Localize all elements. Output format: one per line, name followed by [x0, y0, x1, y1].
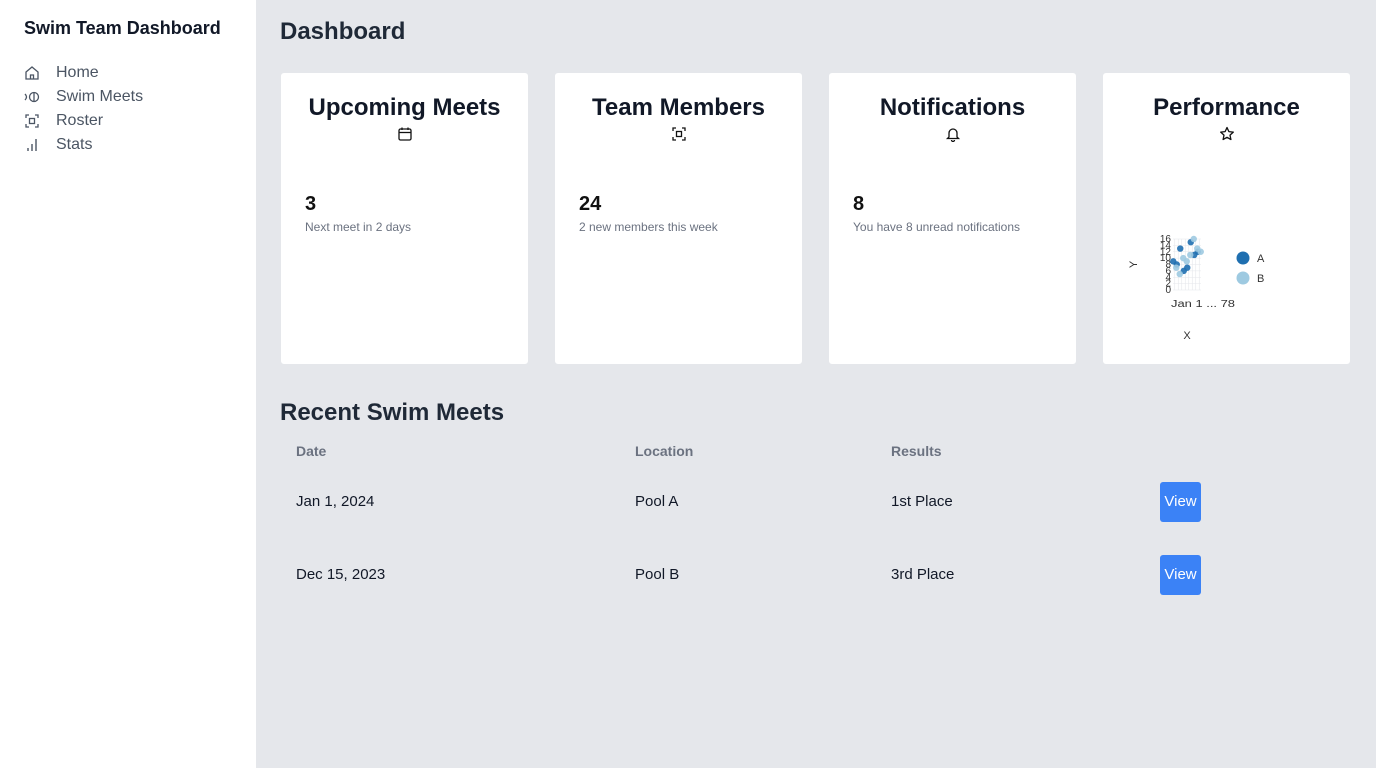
card-subtitle: Next meet in 2 days — [305, 220, 412, 234]
table-row: Dec 15, 2023 Pool B 3rd Place View — [280, 538, 1352, 611]
legend-label: B — [1257, 273, 1264, 285]
sidebar-item-label: Home — [56, 64, 99, 81]
meet-action-cell: View — [1144, 465, 1352, 538]
star-icon — [1127, 126, 1326, 144]
card-value: 24 — [579, 193, 602, 215]
performance-chart: 0 2 4 6 8 10 12 14 16 Jan 1 ... 78 Y X A B — [1123, 228, 1333, 348]
column-header-date: Date — [296, 443, 327, 459]
performance-scatter-plot: 0246810121416Jan 1 ... 78YXAB — [1128, 234, 1265, 342]
meet-location: Pool B — [635, 566, 680, 583]
sidebar: Swim Team Dashboard Home Swim Meets Rost… — [0, 0, 256, 768]
summary-cards: Upcoming Meets 3 Next meet in 2 days Tea… — [280, 72, 1352, 365]
data-point — [1183, 258, 1190, 265]
team-members-card: Team Members 24 2 new members this week — [554, 72, 803, 365]
calendar-icon — [305, 126, 504, 144]
data-point — [1190, 235, 1197, 243]
section-title: Recent Swim Meets — [280, 399, 505, 426]
main-content: Dashboard Upcoming Meets 3 Next meet in … — [256, 0, 1376, 768]
view-button[interactable]: View — [1160, 481, 1201, 522]
meet-result: 1st Place — [891, 493, 953, 510]
meet-date: Dec 15, 2023 — [296, 566, 386, 583]
roster-icon — [24, 113, 40, 129]
card-subtitle: You have 8 unread notifications — [853, 220, 1021, 234]
data-point — [1176, 270, 1183, 278]
scan-face-icon — [579, 126, 778, 144]
y-tick-label: 16 — [1160, 234, 1172, 245]
column-header-action — [1144, 437, 1352, 465]
card-subtitle: 2 new members this week — [579, 220, 718, 234]
sidebar-item-stats[interactable]: Stats — [24, 133, 232, 157]
notifications-card: Notifications 8 You have 8 unread notifi… — [828, 72, 1077, 365]
x-axis-label: X — [1183, 330, 1191, 342]
card-title: Upcoming Meets — [308, 94, 501, 121]
sidebar-item-home[interactable]: Home — [24, 61, 232, 85]
card-title: Notifications — [879, 94, 1026, 121]
bell-icon — [853, 126, 1052, 144]
legend-label: A — [1257, 253, 1265, 265]
table-header-row: Date Location Results — [280, 437, 1352, 465]
sidebar-item-roster[interactable]: Roster — [24, 109, 232, 133]
x-tick-labels: Jan 1 ... 78 — [1171, 299, 1236, 310]
page-title: Dashboard — [280, 18, 406, 45]
recent-meets-table: Date Location Results Jan 1, 2024 Pool A… — [280, 437, 1352, 611]
stats-icon — [24, 137, 40, 153]
home-icon — [24, 65, 40, 81]
data-point — [1177, 245, 1184, 252]
data-point — [1173, 264, 1180, 271]
sidebar-nav: Home Swim Meets Roster Stats — [24, 61, 232, 157]
column-header-location: Location — [635, 443, 694, 459]
app-title: Swim Team Dashboard — [24, 18, 221, 38]
data-point — [1187, 251, 1194, 259]
sidebar-item-label: Roster — [56, 112, 104, 129]
y-axis-label: Y — [1128, 260, 1140, 268]
upcoming-meets-card: Upcoming Meets 3 Next meet in 2 days — [280, 72, 529, 365]
legend-marker — [1236, 271, 1250, 285]
data-point — [1184, 264, 1191, 271]
card-title: Performance — [1153, 94, 1300, 121]
meet-location: Pool A — [635, 493, 679, 510]
meet-date: Jan 1, 2024 — [296, 493, 375, 510]
legend-marker — [1236, 251, 1250, 265]
sidebar-item-label: Swim Meets — [56, 88, 144, 105]
card-value: 3 — [305, 193, 317, 215]
performance-card: Performance 0 2 4 6 8 10 12 14 16 Jan 1 ... 78 Y X A… — [1102, 72, 1351, 365]
sidebar-item-label: Stats — [56, 136, 93, 153]
card-value: 8 — [853, 193, 865, 215]
column-header-results: Results — [891, 443, 942, 459]
swim-icon — [24, 89, 40, 105]
data-point — [1197, 248, 1204, 255]
table-row: Jan 1, 2024 Pool A 1st Place View — [280, 465, 1352, 538]
view-button[interactable]: View — [1160, 554, 1201, 595]
card-title: Team Members — [592, 94, 765, 121]
meet-result: 3rd Place — [891, 566, 955, 583]
sidebar-item-swim-meets[interactable]: Swim Meets — [24, 85, 232, 109]
meet-action-cell: View — [1144, 538, 1352, 611]
